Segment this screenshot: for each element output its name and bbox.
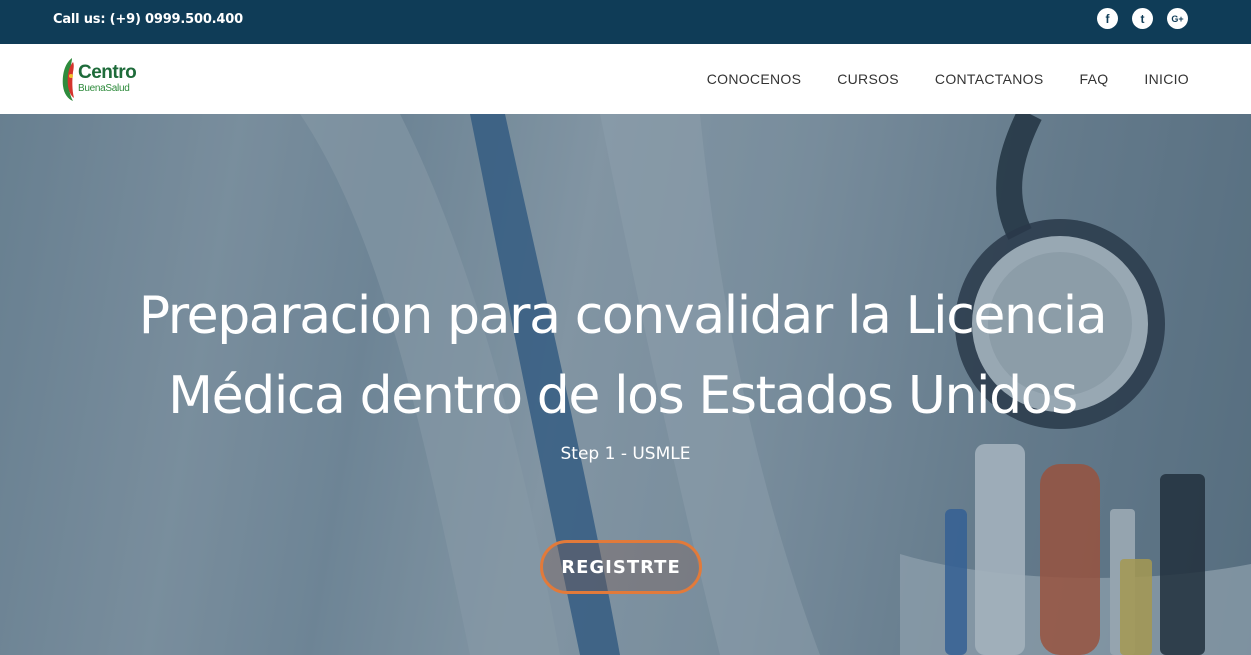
main-nav: CONOCENOS CURSOS CONTACTANOS FAQ INICIO — [707, 44, 1189, 114]
logo-word-buenasalud: BuenaSalud — [78, 83, 130, 94]
social-links: f t G+ — [1097, 8, 1188, 29]
google-plus-icon[interactable]: G+ — [1167, 8, 1188, 29]
top-bar: Call us: (+9) 0999.500.400 f t G+ — [0, 0, 1251, 44]
hero-headline: Preparacion para convalidar la Licencia … — [138, 286, 1108, 426]
facebook-icon[interactable]: f — [1097, 8, 1118, 29]
phone-number: Call us: (+9) 0999.500.400 — [53, 12, 243, 27]
nav-item-faq[interactable]: FAQ — [1079, 71, 1108, 87]
nav-item-cursos[interactable]: CURSOS — [837, 71, 899, 87]
logo-emblem-icon — [62, 58, 74, 101]
hero-subtitle: Step 1 - USMLE — [560, 444, 691, 464]
nav-item-contactanos[interactable]: CONTACTANOS — [935, 71, 1044, 87]
logo-word-centro: Centro — [78, 62, 137, 83]
register-button[interactable]: REGISTRTE — [540, 540, 702, 594]
nav-item-conocenos[interactable]: CONOCENOS — [707, 71, 802, 87]
logo[interactable]: Centro BuenaSalud — [60, 56, 150, 102]
nav-item-inicio[interactable]: INICIO — [1144, 71, 1189, 87]
navbar: Centro BuenaSalud CONOCENOS CURSOS CONTA… — [0, 44, 1251, 115]
hero-section: Preparacion para convalidar la Licencia … — [0, 114, 1251, 655]
twitter-icon[interactable]: t — [1132, 8, 1153, 29]
